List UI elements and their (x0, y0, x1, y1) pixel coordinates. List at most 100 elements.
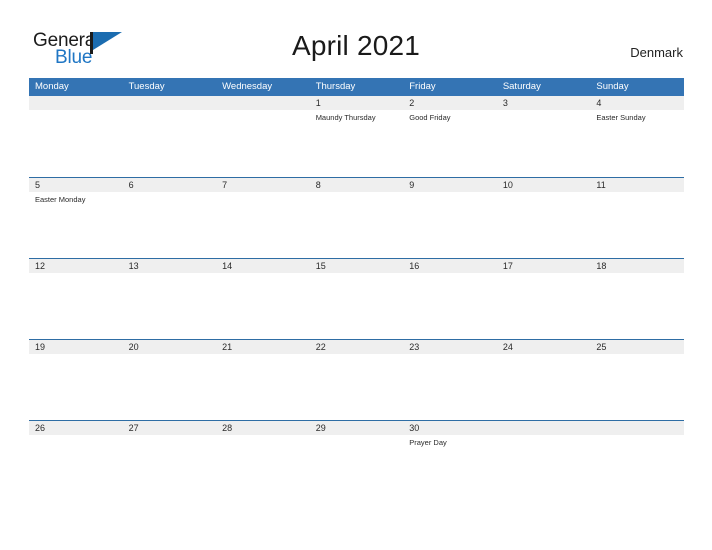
day-cell[interactable] (310, 435, 404, 501)
day-event-label: Maundy Thursday (315, 113, 376, 122)
day-number[interactable]: 4 (590, 96, 684, 110)
day-cell[interactable] (216, 435, 310, 501)
week-number-band: 12 13 14 15 16 17 18 (29, 259, 684, 273)
day-number[interactable]: 16 (403, 259, 497, 273)
day-number[interactable]: 12 (29, 259, 123, 273)
weekday-header-sunday: Sunday (596, 81, 629, 92)
weekday-header-saturday: Saturday (502, 81, 541, 92)
day-number[interactable]: 24 (497, 340, 591, 354)
day-cell[interactable] (497, 273, 591, 339)
day-cell[interactable] (310, 192, 404, 258)
day-number[interactable]: 19 (29, 340, 123, 354)
day-cell[interactable] (29, 435, 123, 501)
day-cell[interactable] (123, 273, 217, 339)
day-cell[interactable] (590, 435, 684, 501)
day-event-label: Easter Sunday (596, 113, 646, 122)
day-cell[interactable] (123, 354, 217, 420)
day-number[interactable]: 30 (403, 421, 497, 435)
day-number[interactable]: 7 (216, 178, 310, 192)
day-number[interactable]: 25 (590, 340, 684, 354)
day-number[interactable]: 13 (123, 259, 217, 273)
day-cell[interactable]: Prayer Day (403, 435, 497, 501)
day-number[interactable]: 20 (123, 340, 217, 354)
day-number[interactable]: 26 (29, 421, 123, 435)
day-number[interactable]: 18 (590, 259, 684, 273)
day-number[interactable]: 2 (403, 96, 497, 110)
day-cell[interactable] (216, 354, 310, 420)
week-row: 1 2 3 4 Maundy Thursday Good Friday East… (29, 96, 684, 177)
day-cell[interactable] (123, 110, 217, 176)
day-event-label: Easter Monday (35, 195, 86, 204)
day-number[interactable] (29, 96, 123, 110)
day-cell[interactable] (590, 192, 684, 258)
day-number[interactable]: 1 (310, 96, 404, 110)
day-number[interactable] (497, 421, 591, 435)
day-number[interactable]: 28 (216, 421, 310, 435)
weekday-header-monday: Monday (35, 81, 69, 92)
weekday-header-thursday: Thursday (315, 81, 356, 92)
weekday-header-friday: Friday (409, 81, 436, 92)
day-number[interactable]: 21 (216, 340, 310, 354)
week-number-band: 19 20 21 22 23 24 25 (29, 340, 684, 354)
week-event-band: Easter Monday (29, 192, 684, 258)
day-cell[interactable] (403, 273, 497, 339)
day-number[interactable]: 27 (123, 421, 217, 435)
day-event-label: Good Friday (409, 113, 451, 122)
day-event-label: Prayer Day (409, 438, 447, 447)
day-number[interactable]: 11 (590, 178, 684, 192)
day-number[interactable]: 14 (216, 259, 310, 273)
page-title: April 2021 (291, 30, 421, 61)
day-cell[interactable] (216, 110, 310, 176)
day-cell[interactable]: Easter Monday (29, 192, 123, 258)
day-cell[interactable] (590, 354, 684, 420)
day-number[interactable]: 15 (310, 259, 404, 273)
day-cell[interactable]: Good Friday (403, 110, 497, 176)
day-cell[interactable] (216, 192, 310, 258)
week-number-band: 5 6 7 8 9 10 11 (29, 178, 684, 192)
day-cell[interactable] (497, 192, 591, 258)
week-event-band (29, 273, 684, 339)
day-cell[interactable] (403, 354, 497, 420)
week-row: 26 27 28 29 30 Prayer Day (29, 420, 684, 501)
day-number[interactable]: 6 (123, 178, 217, 192)
weekday-header-tuesday: Tuesday (128, 81, 165, 92)
day-number[interactable]: 22 (310, 340, 404, 354)
day-cell[interactable] (123, 435, 217, 501)
country-label: Denmark (630, 45, 683, 60)
day-cell[interactable] (29, 354, 123, 420)
weekday-header-wednesday: Wednesday (222, 81, 273, 92)
week-event-band (29, 354, 684, 420)
day-number[interactable]: 17 (497, 259, 591, 273)
day-number[interactable]: 23 (403, 340, 497, 354)
day-cell[interactable] (216, 273, 310, 339)
page-header: General Blue April 2021 Denmark (0, 0, 712, 78)
day-number[interactable]: 5 (29, 178, 123, 192)
week-number-band: 1 2 3 4 (29, 96, 684, 110)
day-number[interactable] (590, 421, 684, 435)
day-cell[interactable] (310, 354, 404, 420)
day-number[interactable]: 29 (310, 421, 404, 435)
week-number-band: 26 27 28 29 30 (29, 421, 684, 435)
calendar-grid: Monday Tuesday Wednesday Thursday Friday… (29, 78, 684, 501)
day-number[interactable] (123, 96, 217, 110)
day-cell[interactable] (403, 192, 497, 258)
day-cell[interactable] (497, 354, 591, 420)
day-cell[interactable] (497, 110, 591, 176)
day-cell[interactable]: Maundy Thursday (310, 110, 404, 176)
day-cell[interactable] (29, 273, 123, 339)
day-cell[interactable] (497, 435, 591, 501)
day-cell[interactable]: Easter Sunday (590, 110, 684, 176)
day-number[interactable]: 9 (403, 178, 497, 192)
day-cell[interactable] (123, 192, 217, 258)
day-cell[interactable] (310, 273, 404, 339)
day-number[interactable]: 3 (497, 96, 591, 110)
week-row: 5 6 7 8 9 10 11 Easter Monday (29, 177, 684, 258)
week-row: 19 20 21 22 23 24 25 (29, 339, 684, 420)
day-cell[interactable] (29, 110, 123, 176)
day-number[interactable]: 10 (497, 178, 591, 192)
day-number[interactable]: 8 (310, 178, 404, 192)
day-cell[interactable] (590, 273, 684, 339)
week-event-band: Maundy Thursday Good Friday Easter Sunda… (29, 110, 684, 176)
day-number[interactable] (216, 96, 310, 110)
weekday-header-row: Monday Tuesday Wednesday Thursday Friday… (29, 78, 684, 96)
